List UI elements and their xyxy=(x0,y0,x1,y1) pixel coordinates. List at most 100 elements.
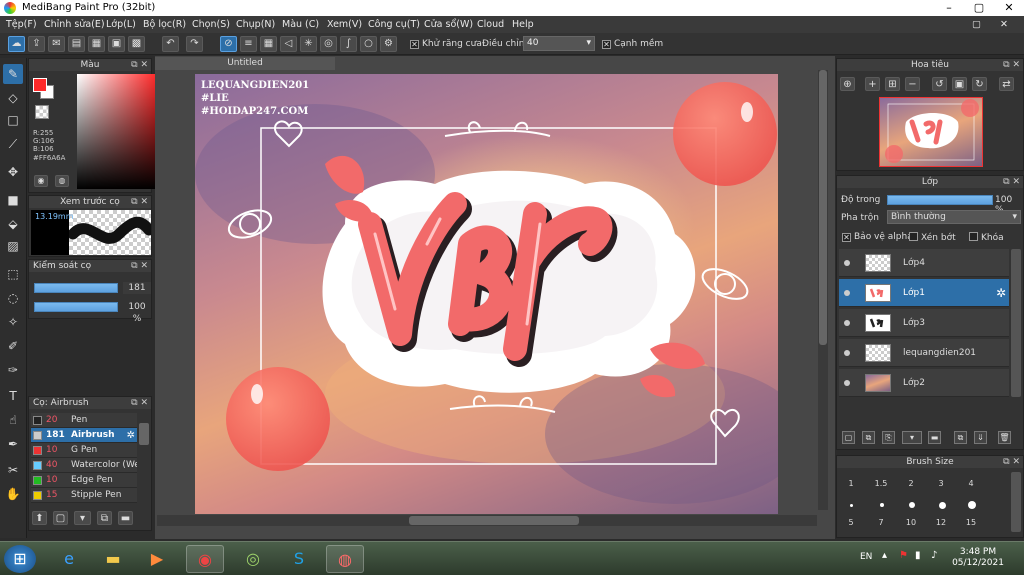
gear-icon[interactable]: ✲ xyxy=(127,428,135,443)
antialias-option[interactable]: ✕ Khử răng cưa xyxy=(410,37,482,51)
page-icon[interactable]: ▦ xyxy=(88,36,105,52)
layer-copy-icon[interactable]: ⧉ xyxy=(954,431,967,444)
select-eraser-icon[interactable]: ✑ xyxy=(3,360,23,380)
hand-tool-icon[interactable]: ✋ xyxy=(3,484,23,504)
lock-checkbox[interactable] xyxy=(969,232,978,241)
adjust-select[interactable]: 40 ▾ xyxy=(523,36,595,51)
comment-icon[interactable]: ✉ xyxy=(48,36,65,52)
coccoc-icon[interactable]: ◎ xyxy=(234,545,272,573)
snap-settings-icon[interactable]: ⚙ xyxy=(380,36,397,52)
internet-explorer-icon[interactable]: e xyxy=(50,545,88,573)
curve-snap-icon[interactable]: ∫ xyxy=(340,36,357,52)
artwork-canvas[interactable]: LEQUANGDIEN201 #LIE #HOIDAP247.COM xyxy=(195,74,778,514)
foreground-color-swatch[interactable] xyxy=(33,78,47,92)
eraser-tool-icon[interactable]: ◇ xyxy=(3,88,23,108)
gradient-tool-icon[interactable]: ▨ xyxy=(3,236,23,256)
zoom-in-icon[interactable]: + xyxy=(865,77,880,91)
move-tool-icon[interactable]: ✥ xyxy=(3,162,23,182)
brush-item-watercolor[interactable]: 40 Watercolor (Wet) xyxy=(31,458,137,473)
eyedropper-tool-icon[interactable]: ✒ xyxy=(3,434,23,454)
panel-icon[interactable]: ▣ xyxy=(108,36,125,52)
lasso-tool-icon[interactable]: ◌ xyxy=(3,288,23,308)
grid-icon[interactable]: ▩ xyxy=(128,36,145,52)
layer-row-selected[interactable]: Lớp1 ✲ xyxy=(839,279,1009,307)
panel-close-icon[interactable]: ⧉ ✕ xyxy=(131,196,148,208)
visibility-icon[interactable] xyxy=(844,380,850,386)
document-icon[interactable]: ▤ xyxy=(68,36,85,52)
redo-icon[interactable]: ↷ xyxy=(186,36,203,52)
soft-edge-option[interactable]: ✕ Cạnh mềm xyxy=(602,37,663,51)
close-button[interactable]: ✕ xyxy=(994,0,1024,16)
menu-select[interactable]: Chọn(S) xyxy=(192,16,230,33)
security-icon[interactable]: ⚑ xyxy=(899,550,908,561)
lock-option[interactable]: Khóa xyxy=(969,232,1004,243)
concentric-snap-icon[interactable]: ◎ xyxy=(320,36,337,52)
bucket-tool-icon[interactable]: ⬙ xyxy=(3,214,23,234)
palette-icon[interactable]: ◉ xyxy=(34,175,48,187)
media-player-icon[interactable]: ▶ xyxy=(138,545,176,573)
brush-size-option[interactable]: 2 xyxy=(897,476,925,491)
flip-icon[interactable]: ⇄ xyxy=(999,77,1014,91)
clipping-option[interactable]: Xén bớt xyxy=(909,232,956,243)
fill-shape-icon[interactable]: ■ xyxy=(3,190,23,210)
visibility-icon[interactable] xyxy=(844,320,850,326)
radial-snap-icon[interactable]: ✳ xyxy=(300,36,317,52)
brush-size-option[interactable]: 10 xyxy=(897,515,925,530)
select-pen-icon[interactable]: ✐ xyxy=(3,336,23,356)
horizontal-scrollbar[interactable] xyxy=(157,515,817,526)
panel-close-icon[interactable]: ⧉ ✕ xyxy=(1003,59,1020,71)
minimize-button[interactable]: – xyxy=(934,0,964,16)
layer-list-scrollbar[interactable] xyxy=(1011,249,1021,397)
clock[interactable]: 3:48 PM 05/12/2021 xyxy=(946,547,1010,569)
delete-layer-icon[interactable]: 🗑 xyxy=(998,431,1011,444)
divide-tool-icon[interactable]: ✂ xyxy=(3,460,23,480)
brush-size-slider[interactable] xyxy=(34,283,118,293)
menu-help[interactable]: Help xyxy=(512,16,534,33)
visibility-icon[interactable] xyxy=(844,260,850,266)
language-indicator[interactable]: EN xyxy=(860,552,872,562)
brush-copy-icon[interactable]: ⧉ xyxy=(97,511,112,525)
volume-icon[interactable]: ♪ xyxy=(931,550,937,561)
layer-folder-icon[interactable]: ▬ xyxy=(928,431,941,444)
add-brush-icon[interactable]: ⬆ xyxy=(32,511,47,525)
brush-size-option[interactable]: 5 xyxy=(837,515,865,530)
maximize-button[interactable]: ▢ xyxy=(964,0,994,16)
tray-arrow-icon[interactable]: ▴ xyxy=(882,550,887,561)
brush-size-option[interactable]: 7 xyxy=(867,515,895,530)
brush-item-stipple-pen[interactable]: 15 Stipple Pen xyxy=(31,488,137,503)
brush-item-pen[interactable]: 20 Pen xyxy=(31,413,137,428)
share-icon[interactable]: ⇪ xyxy=(28,36,45,52)
file-explorer-icon[interactable]: ▬ xyxy=(94,545,132,573)
new-layer-copy-icon[interactable]: ⧉ xyxy=(862,431,875,444)
brush-size-option[interactable]: 1 xyxy=(837,476,865,491)
chrome-icon[interactable]: ◉ xyxy=(186,545,224,573)
fit-window-icon[interactable]: ▣ xyxy=(952,77,967,91)
layer-row[interactable]: Lớp3 xyxy=(839,309,1009,337)
panel-close-icon[interactable]: ⧉ ✕ xyxy=(131,59,148,71)
protect-alpha-option[interactable]: ✕ Bảo vệ alpha xyxy=(842,232,913,242)
brush-item-airbrush[interactable]: 181 Airbrush ✲ xyxy=(31,428,137,443)
duplicate-layer-icon[interactable]: ⎘ xyxy=(882,431,895,444)
select-tool-icon[interactable]: ⬚ xyxy=(3,264,23,284)
saturation-value-picker[interactable] xyxy=(77,74,162,189)
gear-icon[interactable]: ✲ xyxy=(996,279,1006,307)
protect-alpha-checkbox[interactable]: ✕ xyxy=(842,233,851,242)
dot-tool-icon[interactable]: □ xyxy=(3,110,23,130)
brush-item-edge-pen[interactable]: 10 Edge Pen xyxy=(31,473,137,488)
menu-tools[interactable]: Công cụ(T) xyxy=(368,16,420,33)
panel-close-icon[interactable]: ⧉ ✕ xyxy=(131,397,148,409)
medibang-icon[interactable]: ◍ xyxy=(326,545,364,573)
merge-layer-icon[interactable]: ⇓ xyxy=(974,431,987,444)
layer-opacity-slider[interactable] xyxy=(887,195,993,205)
brush-size-option[interactable]: 15 xyxy=(957,515,985,530)
menu-view[interactable]: Xem(V) xyxy=(327,16,362,33)
undo-icon[interactable]: ↶ xyxy=(162,36,179,52)
navigator-thumbnail[interactable] xyxy=(879,97,983,167)
menu-edit[interactable]: Chỉnh sửa(E) xyxy=(44,16,105,33)
brush-item-g-pen[interactable]: 10 G Pen xyxy=(31,443,137,458)
brush-size-option[interactable]: 1.5 xyxy=(867,476,895,491)
parallel-snap-icon[interactable]: ≡ xyxy=(240,36,257,52)
new-brush-icon[interactable]: ▢ xyxy=(53,511,68,525)
blend-mode-select[interactable]: Bình thường ▾ xyxy=(887,210,1021,224)
circle-snap-icon[interactable]: ○ xyxy=(360,36,377,52)
